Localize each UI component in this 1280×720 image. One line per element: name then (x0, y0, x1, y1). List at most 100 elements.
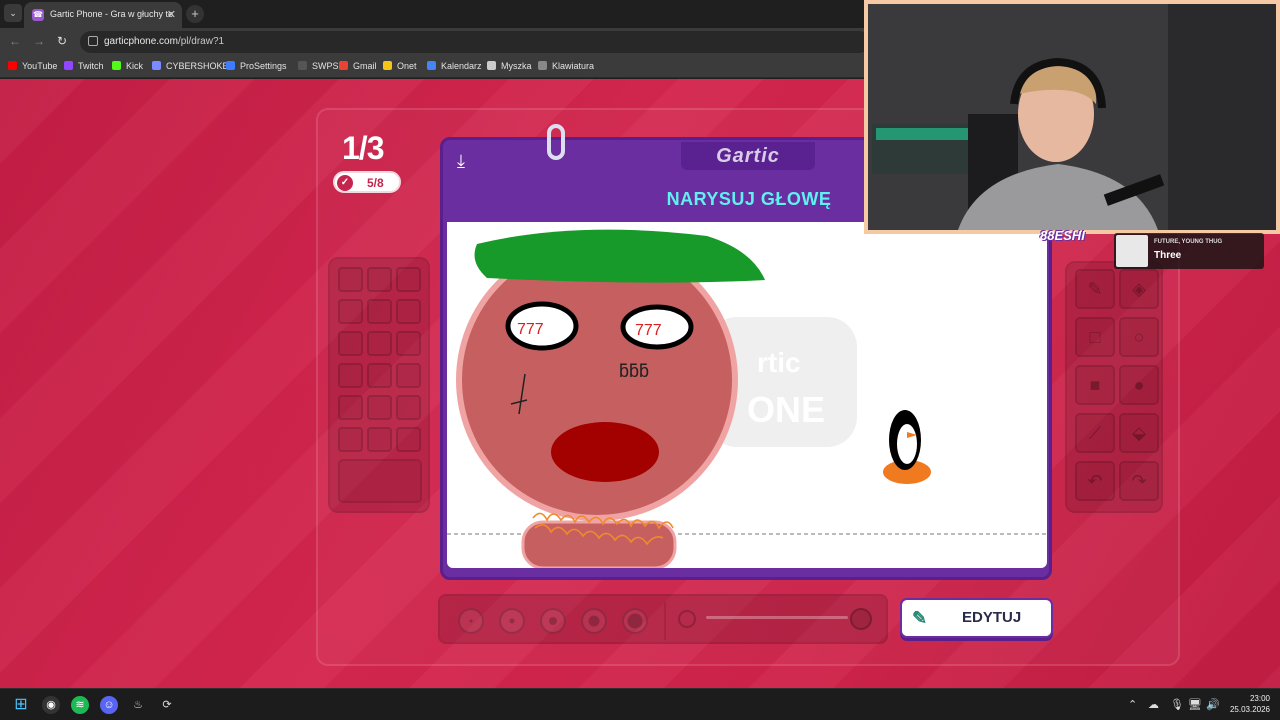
color-swatch[interactable] (338, 395, 363, 420)
color-swatch[interactable] (338, 267, 363, 292)
clock-time: 23:00 (1249, 694, 1270, 703)
edit-button-label: EDYTUJ (962, 609, 1022, 626)
address-bar[interactable]: garticphone.com/pl/draw?1 (80, 31, 870, 53)
gartic-favicon-icon: ☎ (32, 9, 44, 21)
color-swatch[interactable] (396, 331, 421, 356)
bookmark-onet[interactable]: Onet (383, 61, 417, 71)
color-swatch[interactable] (396, 363, 421, 388)
svg-text:ONE: ONE (747, 389, 825, 430)
site-info-icon[interactable] (88, 36, 98, 46)
color-swatch[interactable] (396, 395, 421, 420)
spotify-icon[interactable]: ≋ (71, 696, 89, 714)
color-swatch[interactable] (396, 267, 421, 292)
brush-size-2[interactable] (499, 608, 525, 634)
bookmark-label: CYBERSHOKE (166, 61, 229, 71)
bookmark-kalendarz[interactable]: Kalendarz (427, 61, 482, 71)
color-swatch[interactable] (367, 363, 392, 388)
bookmark-myszka[interactable]: Myszka (487, 61, 532, 71)
tab-search-chevron-icon[interactable]: ⌄ (4, 4, 22, 22)
color-swatch[interactable] (367, 331, 392, 356)
bookmark-label: SWPS (312, 61, 339, 71)
bookmark-label: Gmail (353, 61, 377, 71)
back-icon[interactable]: ← (9, 34, 21, 48)
forward-icon[interactable]: → (33, 34, 45, 48)
bookmark-swps[interactable]: SWPS (298, 61, 339, 71)
microphone-icon[interactable]: 🎙 (1170, 698, 1184, 711)
network-icon[interactable]: 🖥 (1188, 698, 1202, 711)
weather-icon[interactable]: ☁ (1148, 698, 1159, 711)
chrome-icon[interactable]: ◉ (42, 696, 60, 714)
steam-icon[interactable]: ♨ (129, 696, 147, 714)
check-icon: ✓ (337, 175, 353, 191)
drawing-canvas[interactable]: rtic ONE 777 777 ƃƃƃ (447, 222, 1047, 568)
tab-title: Gartic Phone - Gra w głuchy te (50, 9, 174, 19)
brush-size-bar (438, 594, 888, 644)
bookmark-prosettings[interactable]: ProSettings (226, 61, 287, 71)
bookmark-favicon-icon (538, 61, 547, 70)
bookmark-label: Myszka (501, 61, 532, 71)
now-playing-song: Three (1154, 250, 1182, 261)
bookmark-favicon-icon (152, 61, 161, 70)
mouth-shape (551, 422, 659, 482)
rectangle-outline-tool-icon[interactable]: □ (1075, 317, 1115, 357)
custom-color-swatch[interactable] (338, 459, 422, 503)
left-eye-text: 777 (517, 321, 544, 338)
reload-icon[interactable]: ↻ (57, 34, 67, 48)
tray-chevron-icon[interactable]: ⌃ (1128, 698, 1137, 711)
pencil-tool-icon[interactable]: ✎ (1075, 269, 1115, 309)
gartic-logo: Gartic (681, 142, 815, 170)
app-icon[interactable]: ⟳ (158, 696, 176, 714)
edit-button[interactable]: ✎ EDYTUJ (900, 598, 1053, 638)
bookmark-twitch[interactable]: Twitch (64, 61, 104, 71)
color-swatch[interactable] (367, 267, 392, 292)
url-path: /pl/draw?1 (177, 36, 225, 47)
bookmark-favicon-icon (112, 61, 121, 70)
opacity-max-icon (850, 608, 872, 630)
bookmark-youtube[interactable]: YouTube (8, 61, 57, 71)
color-swatch[interactable] (338, 363, 363, 388)
volume-icon[interactable]: 🔊 (1206, 698, 1220, 711)
bookmark-label: Kick (126, 61, 144, 71)
fill-bucket-tool-icon[interactable]: ⬙ (1119, 413, 1159, 453)
line-tool-icon[interactable]: ⟋ (1075, 413, 1115, 453)
brush-size-3[interactable] (540, 608, 566, 634)
bookmark-kick[interactable]: Kick (112, 61, 143, 71)
color-swatch[interactable] (367, 427, 392, 452)
circle-outline-tool-icon[interactable]: ○ (1119, 317, 1159, 357)
round-counter: 1/3 (342, 130, 384, 166)
brush-size-4[interactable] (581, 608, 607, 634)
rectangle-fill-tool-icon[interactable]: ■ (1075, 365, 1115, 405)
bookmark-cybershoke[interactable]: CYBERSHOKE (152, 61, 229, 71)
bookmark-label: Twitch (78, 61, 104, 71)
circle-fill-tool-icon[interactable]: ● (1119, 365, 1159, 405)
color-swatch[interactable] (396, 299, 421, 324)
bookmark-favicon-icon (383, 61, 392, 70)
color-swatch[interactable] (338, 331, 363, 356)
brush-size-1[interactable] (458, 608, 484, 634)
url-domain: garticphone.com (104, 36, 178, 47)
tab-close-icon[interactable]: ✕ (167, 8, 176, 21)
color-swatch[interactable] (367, 395, 392, 420)
redo-icon[interactable]: ↷ (1119, 461, 1159, 501)
bookmark-favicon-icon (487, 61, 496, 70)
clock-date: 25.03.2026 (1229, 705, 1270, 714)
right-eye-text: 777 (635, 322, 662, 339)
bookmark-klawiatura[interactable]: Klawiatura (538, 61, 594, 71)
system-clock[interactable]: 23:00 25.03.2026 (1226, 693, 1270, 715)
color-swatch[interactable] (396, 427, 421, 452)
color-swatch[interactable] (338, 427, 363, 452)
eraser-tool-icon[interactable]: ◈ (1119, 269, 1159, 309)
green-hat-shape (474, 229, 765, 283)
download-icon[interactable]: ⤓ (457, 152, 477, 172)
brush-size-5[interactable] (622, 608, 648, 634)
new-tab-button[interactable]: + (186, 5, 204, 23)
discord-icon[interactable]: ☺ (100, 696, 118, 714)
bookmark-gmail[interactable]: Gmail (339, 61, 377, 71)
undo-icon[interactable]: ↶ (1075, 461, 1115, 501)
color-swatch[interactable] (338, 299, 363, 324)
color-swatch[interactable] (367, 299, 392, 324)
tab-gartic-phone[interactable]: ☎ Gartic Phone - Gra w głuchy te ✕ (24, 2, 182, 28)
bookmark-label: YouTube (22, 61, 58, 71)
windows-start-icon[interactable]: ⊞ (12, 696, 30, 714)
opacity-slider[interactable] (706, 616, 848, 619)
